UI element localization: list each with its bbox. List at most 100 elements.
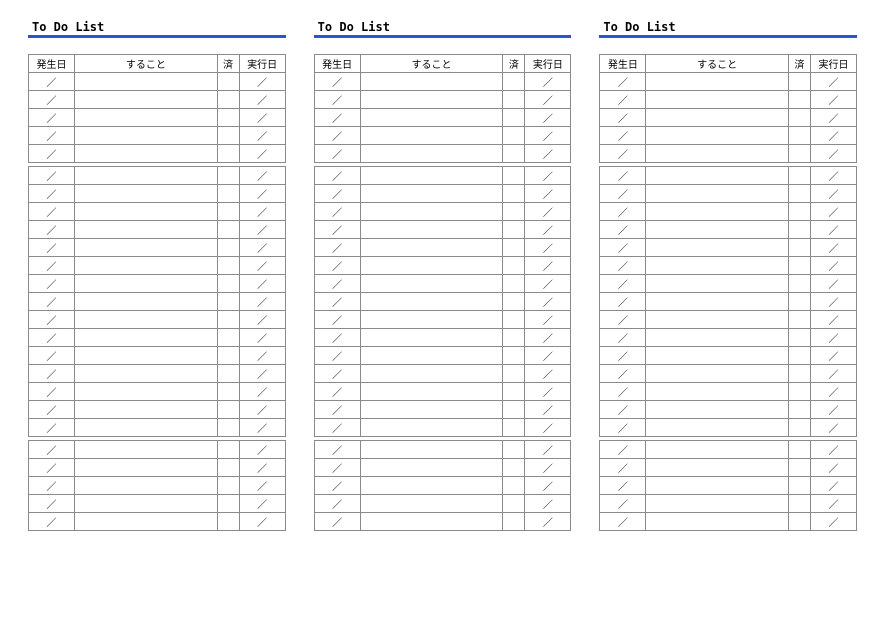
cell-start-date[interactable]: ／ — [29, 347, 75, 365]
cell-task[interactable] — [646, 347, 789, 365]
cell-task[interactable] — [646, 239, 789, 257]
cell-exec-date[interactable]: ／ — [811, 203, 857, 221]
cell-task[interactable] — [360, 347, 503, 365]
cell-done[interactable] — [217, 401, 239, 419]
cell-exec-date[interactable]: ／ — [811, 495, 857, 513]
cell-start-date[interactable]: ／ — [314, 221, 360, 239]
cell-exec-date[interactable]: ／ — [525, 127, 571, 145]
cell-done[interactable] — [503, 419, 525, 437]
cell-start-date[interactable]: ／ — [600, 513, 646, 531]
cell-done[interactable] — [503, 311, 525, 329]
cell-done[interactable] — [503, 91, 525, 109]
cell-task[interactable] — [75, 401, 218, 419]
cell-task[interactable] — [360, 221, 503, 239]
cell-start-date[interactable]: ／ — [600, 167, 646, 185]
cell-done[interactable] — [789, 109, 811, 127]
cell-done[interactable] — [789, 441, 811, 459]
cell-exec-date[interactable]: ／ — [525, 109, 571, 127]
cell-done[interactable] — [217, 441, 239, 459]
cell-task[interactable] — [646, 127, 789, 145]
cell-start-date[interactable]: ／ — [29, 239, 75, 257]
cell-start-date[interactable]: ／ — [600, 73, 646, 91]
cell-exec-date[interactable]: ／ — [811, 91, 857, 109]
cell-done[interactable] — [503, 329, 525, 347]
cell-exec-date[interactable]: ／ — [239, 221, 285, 239]
cell-done[interactable] — [789, 91, 811, 109]
cell-done[interactable] — [503, 109, 525, 127]
cell-done[interactable] — [217, 239, 239, 257]
cell-start-date[interactable]: ／ — [29, 167, 75, 185]
cell-exec-date[interactable]: ／ — [525, 459, 571, 477]
cell-exec-date[interactable]: ／ — [811, 459, 857, 477]
cell-exec-date[interactable]: ／ — [525, 239, 571, 257]
cell-task[interactable] — [360, 459, 503, 477]
cell-exec-date[interactable]: ／ — [811, 293, 857, 311]
cell-done[interactable] — [789, 203, 811, 221]
cell-done[interactable] — [789, 383, 811, 401]
cell-start-date[interactable]: ／ — [314, 495, 360, 513]
cell-exec-date[interactable]: ／ — [525, 329, 571, 347]
cell-exec-date[interactable]: ／ — [239, 185, 285, 203]
cell-done[interactable] — [217, 91, 239, 109]
cell-start-date[interactable]: ／ — [29, 145, 75, 163]
cell-exec-date[interactable]: ／ — [239, 383, 285, 401]
cell-task[interactable] — [75, 73, 218, 91]
cell-done[interactable] — [503, 275, 525, 293]
cell-start-date[interactable]: ／ — [29, 311, 75, 329]
cell-task[interactable] — [646, 91, 789, 109]
cell-start-date[interactable]: ／ — [314, 91, 360, 109]
cell-task[interactable] — [75, 419, 218, 437]
cell-exec-date[interactable]: ／ — [239, 401, 285, 419]
cell-task[interactable] — [360, 185, 503, 203]
cell-done[interactable] — [789, 257, 811, 275]
cell-start-date[interactable]: ／ — [314, 257, 360, 275]
cell-exec-date[interactable]: ／ — [239, 239, 285, 257]
cell-exec-date[interactable]: ／ — [239, 275, 285, 293]
cell-exec-date[interactable]: ／ — [811, 347, 857, 365]
cell-start-date[interactable]: ／ — [29, 257, 75, 275]
cell-start-date[interactable]: ／ — [600, 383, 646, 401]
cell-done[interactable] — [789, 419, 811, 437]
cell-task[interactable] — [646, 275, 789, 293]
cell-exec-date[interactable]: ／ — [239, 91, 285, 109]
cell-task[interactable] — [75, 441, 218, 459]
cell-task[interactable] — [75, 383, 218, 401]
cell-start-date[interactable]: ／ — [600, 459, 646, 477]
cell-exec-date[interactable]: ／ — [811, 383, 857, 401]
cell-done[interactable] — [217, 167, 239, 185]
cell-done[interactable] — [503, 239, 525, 257]
cell-task[interactable] — [360, 293, 503, 311]
cell-done[interactable] — [789, 347, 811, 365]
cell-done[interactable] — [503, 127, 525, 145]
cell-task[interactable] — [75, 239, 218, 257]
cell-done[interactable] — [503, 293, 525, 311]
cell-done[interactable] — [503, 73, 525, 91]
cell-done[interactable] — [217, 73, 239, 91]
cell-done[interactable] — [503, 167, 525, 185]
cell-done[interactable] — [789, 127, 811, 145]
cell-start-date[interactable]: ／ — [29, 293, 75, 311]
cell-done[interactable] — [217, 293, 239, 311]
cell-start-date[interactable]: ／ — [600, 127, 646, 145]
cell-task[interactable] — [646, 513, 789, 531]
cell-task[interactable] — [360, 91, 503, 109]
cell-done[interactable] — [789, 185, 811, 203]
cell-task[interactable] — [360, 495, 503, 513]
cell-done[interactable] — [503, 185, 525, 203]
cell-start-date[interactable]: ／ — [29, 419, 75, 437]
cell-task[interactable] — [360, 257, 503, 275]
cell-task[interactable] — [360, 477, 503, 495]
cell-done[interactable] — [503, 257, 525, 275]
cell-task[interactable] — [75, 347, 218, 365]
cell-start-date[interactable]: ／ — [29, 109, 75, 127]
cell-start-date[interactable]: ／ — [314, 275, 360, 293]
cell-start-date[interactable]: ／ — [600, 347, 646, 365]
cell-done[interactable] — [217, 477, 239, 495]
cell-done[interactable] — [789, 293, 811, 311]
cell-exec-date[interactable]: ／ — [525, 293, 571, 311]
cell-exec-date[interactable]: ／ — [525, 275, 571, 293]
cell-exec-date[interactable]: ／ — [525, 441, 571, 459]
cell-exec-date[interactable]: ／ — [525, 73, 571, 91]
cell-task[interactable] — [360, 109, 503, 127]
cell-done[interactable] — [217, 495, 239, 513]
